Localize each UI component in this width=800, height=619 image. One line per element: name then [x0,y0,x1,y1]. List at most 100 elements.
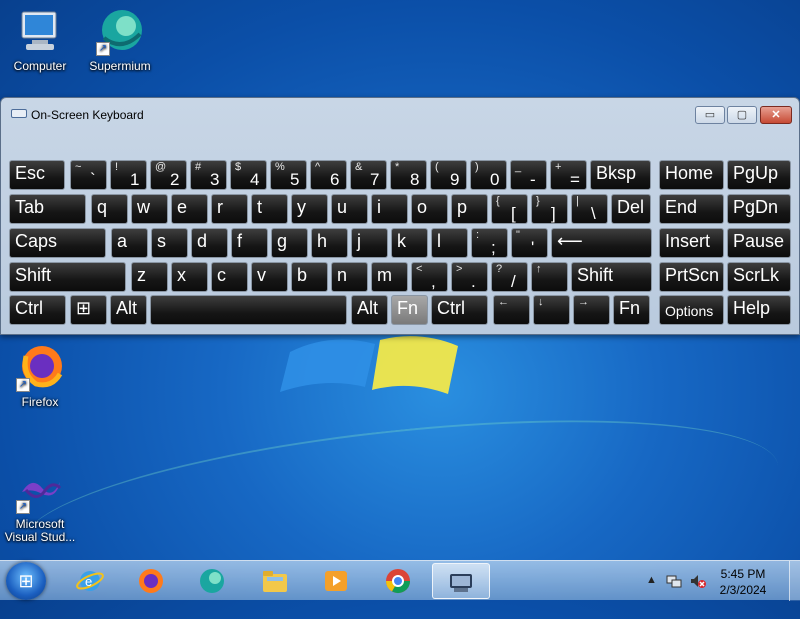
key-f[interactable]: f [231,228,268,258]
key-j[interactable]: j [351,228,388,258]
key-symbol[interactable]: → [573,295,610,325]
key-v[interactable]: v [251,262,288,292]
key-del[interactable]: Del [611,194,651,224]
key-symbol[interactable]: <, [411,262,448,292]
key-symbol[interactable]: @2 [150,160,187,190]
taskbar-firefox[interactable] [125,563,177,599]
maximize-button[interactable]: ▢ [727,106,757,124]
key-options[interactable]: Options [659,295,724,325]
key-esc[interactable]: Esc [9,160,65,190]
key-symbol[interactable]: (9 [430,160,467,190]
key-o[interactable]: o [411,194,448,224]
key-shift[interactable]: Shift [9,262,126,292]
key-caps[interactable]: Caps [9,228,106,258]
key-m[interactable]: m [371,262,408,292]
key-symbol[interactable]: ⟵ [551,228,652,258]
key-symbol[interactable]: ↓ [533,295,570,325]
key-p[interactable]: p [451,194,488,224]
key-alt[interactable]: Alt [110,295,147,325]
key-symbol[interactable]: | \ [571,194,608,224]
key-end[interactable]: End [659,194,724,224]
key-u[interactable]: u [331,194,368,224]
key-w[interactable]: w [131,194,168,224]
system-clock[interactable]: 5:45 PM 2/3/2024 [700,566,786,598]
show-desktop-button[interactable] [789,561,800,601]
taskbar-chrome[interactable] [372,563,424,599]
key-t[interactable]: t [251,194,288,224]
taskbar-media-player[interactable] [310,563,362,599]
key-g[interactable]: g [271,228,308,258]
desktop-icon-supermium[interactable]: ↗ Supermium [82,8,158,73]
key-a[interactable]: a [111,228,148,258]
key-z[interactable]: z [131,262,168,292]
key-scrlk[interactable]: ScrLk [727,262,791,292]
key-symbol[interactable]: ~ ` [70,160,107,190]
key-symbol[interactable]: #3 [190,160,227,190]
taskbar-internet-explorer[interactable]: e [64,563,116,599]
key-symbol[interactable]: ^ 6 [310,160,347,190]
desktop-icon-firefox[interactable]: ↗ Firefox [2,344,78,409]
show-hidden-icons-button[interactable]: ▲ [646,574,657,586]
key-c[interactable]: c [211,262,248,292]
key-shift-label: | [576,195,579,207]
taskbar-on-screen-keyboard[interactable] [432,563,490,599]
key-symbol[interactable]: ? / [491,262,528,292]
key-ctrl[interactable]: Ctrl [431,295,488,325]
key-k[interactable]: k [391,228,428,258]
key-shift[interactable]: Shift [571,262,652,292]
key-symbol[interactable]: :; [471,228,508,258]
taskbar-supermium[interactable] [186,563,238,599]
close-button[interactable]: ✕ [760,106,792,124]
key-h[interactable]: h [311,228,348,258]
key-q[interactable]: q [91,194,128,224]
key-symbol[interactable]: {[ [491,194,528,224]
key-fn[interactable]: Fn [613,295,650,325]
key-symbol[interactable]: _ - [510,160,547,190]
key-symbol[interactable]: ! 1 [110,160,147,190]
key-symbol[interactable]: ← [493,295,530,325]
key-d[interactable]: d [191,228,228,258]
key-prtscn[interactable]: PrtScn [659,262,724,292]
minimize-button[interactable]: ▭ [695,106,725,124]
key-insert[interactable]: Insert [659,228,724,258]
key-pause[interactable]: Pause [727,228,791,258]
key-symbol[interactable]: & 7 [350,160,387,190]
key-bksp[interactable]: Bksp [590,160,651,190]
key-space[interactable] [150,295,347,325]
key-e[interactable]: e [171,194,208,224]
key-i[interactable]: i [371,194,408,224]
desktop-icon-visual-studio[interactable]: ↗ Microsoft Visual Stud... [2,466,78,544]
key-symbol[interactable]: * 8 [390,160,427,190]
key-home[interactable]: Home [659,160,724,190]
key-symbol[interactable]: >. [451,262,488,292]
key-b[interactable]: b [291,262,328,292]
key-symbol[interactable]: + = [550,160,587,190]
key-x[interactable]: x [171,262,208,292]
key-symbol[interactable]: }] [531,194,568,224]
key-alt[interactable]: Alt [351,295,388,325]
start-button[interactable]: ⊞ [6,562,46,600]
network-icon[interactable] [666,573,682,589]
key-y[interactable]: y [291,194,328,224]
key-tab[interactable]: Tab [9,194,86,224]
key-fn[interactable]: Fn [391,295,428,325]
key-shift-label: → [578,296,589,308]
key-symbol[interactable]: ⊞ [70,295,107,325]
key-l[interactable]: l [431,228,468,258]
key-symbol[interactable]: " ' [511,228,548,258]
taskbar-file-explorer[interactable] [249,563,301,599]
key-s[interactable]: s [151,228,188,258]
window-titlebar[interactable]: On-Screen Keyboard ▭ ▢ ✕ [1,98,799,128]
key-symbol[interactable]: % 5 [270,160,307,190]
key-r[interactable]: r [211,194,248,224]
desktop-icon-computer[interactable]: Computer [2,8,78,73]
key-n[interactable]: n [331,262,368,292]
key-pgup[interactable]: PgUp [727,160,791,190]
key-ctrl[interactable]: Ctrl [9,295,66,325]
key-symbol[interactable]: ↑ [531,262,568,292]
key-pgdn[interactable]: PgDn [727,194,791,224]
key-symbol[interactable]: ) 0 [470,160,507,190]
key-symbol[interactable]: $4 [230,160,267,190]
key-help[interactable]: Help [727,295,791,325]
key-label: b [297,265,308,285]
